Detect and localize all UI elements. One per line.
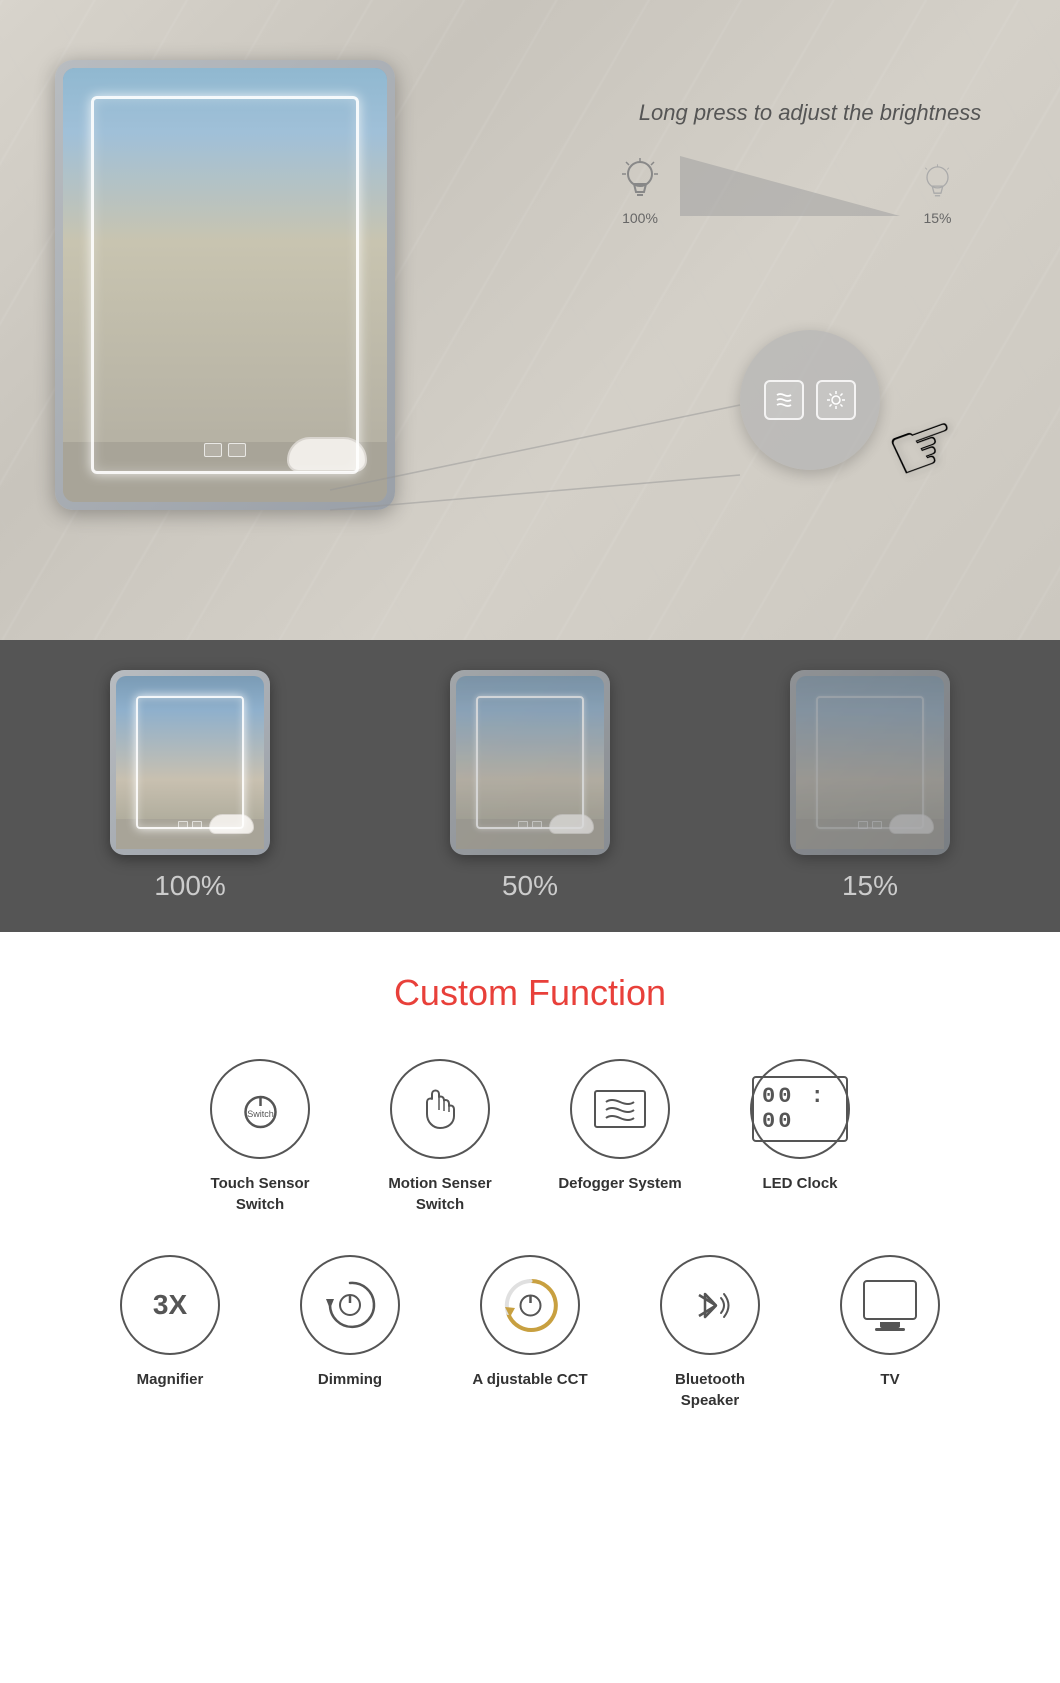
tv-stand-icon bbox=[880, 1322, 900, 1328]
cct-label: A djustable CCT bbox=[472, 1369, 587, 1390]
brightness-level-50: 50% bbox=[360, 670, 700, 902]
feature-led-clock: 00 : 00 LED Clock bbox=[710, 1059, 890, 1215]
tv-screen-icon bbox=[863, 1280, 917, 1320]
feature-dimming: Dimming bbox=[260, 1255, 440, 1411]
feature-defogger: Defogger System bbox=[530, 1059, 710, 1215]
brightness-label: Long press to adjust the brightness bbox=[620, 100, 1000, 126]
mirror-50 bbox=[450, 670, 610, 855]
tv-icon-group bbox=[863, 1280, 917, 1331]
motion-sensor-circle bbox=[390, 1059, 490, 1159]
cct-icon bbox=[498, 1273, 563, 1338]
motion-hand-icon bbox=[411, 1080, 469, 1138]
tv-base-icon bbox=[875, 1328, 905, 1331]
zoom-circle bbox=[740, 330, 880, 470]
dimming-label: Dimming bbox=[318, 1369, 382, 1390]
led-clock-label: LED Clock bbox=[762, 1173, 837, 1194]
bulb-15-group: 15% bbox=[920, 161, 955, 226]
brightness-level-100: 100% bbox=[20, 670, 360, 902]
percent-50-label: 50% bbox=[502, 870, 558, 902]
features-row-1: Switch Touch SensorSwitch Motion SenserS… bbox=[30, 1059, 1030, 1215]
zoom-btn-waves bbox=[764, 380, 804, 420]
feature-bluetooth: BluetoothSpeaker bbox=[620, 1255, 800, 1411]
defogger-box bbox=[594, 1090, 646, 1128]
section-title: Custom Function bbox=[30, 972, 1030, 1014]
top-section: Long press to adjust the brightness 100% bbox=[0, 0, 1060, 640]
feature-magnifier: 3X Magnifier bbox=[80, 1255, 260, 1411]
percent-15-label: 15% bbox=[842, 870, 898, 902]
bulb-dim-icon bbox=[920, 161, 955, 206]
defogger-circle bbox=[570, 1059, 670, 1159]
magnifier-circle: 3X bbox=[120, 1255, 220, 1355]
tv-label: TV bbox=[880, 1369, 899, 1390]
percent-100-label: 100% bbox=[154, 870, 226, 902]
touch-sensor-label: Touch SensorSwitch bbox=[211, 1173, 310, 1215]
brightness-15-label: 15% bbox=[923, 210, 951, 226]
brightness-100-label: 100% bbox=[622, 210, 658, 226]
feature-motion-sensor: Motion SenserSwitch bbox=[350, 1059, 530, 1215]
custom-function-section: Custom Function Switch Touch SensorSwitc… bbox=[0, 932, 1060, 1461]
dimming-circle bbox=[300, 1255, 400, 1355]
bulb-100-group: 100% bbox=[620, 156, 660, 226]
features-row-2: 3X Magnifier Dimming bbox=[30, 1255, 1030, 1411]
defogger-label: Defogger System bbox=[558, 1173, 681, 1194]
feature-touch-sensor: Switch Touch SensorSwitch bbox=[170, 1059, 350, 1215]
mirror-display bbox=[55, 60, 395, 510]
brightness-info: Long press to adjust the brightness 100% bbox=[620, 100, 1000, 226]
magnifier-icon: 3X bbox=[153, 1289, 187, 1321]
mirror-100 bbox=[110, 670, 270, 855]
mirror-touch-btn-1[interactable] bbox=[204, 443, 222, 457]
zoom-btn-sun bbox=[816, 380, 856, 420]
brightness-levels-section: 100% 50% bbox=[0, 640, 1060, 932]
touch-sensor-circle: Switch bbox=[210, 1059, 310, 1159]
mirror-touch-btn-2[interactable] bbox=[228, 443, 246, 457]
brightness-level-15: 15% bbox=[700, 670, 1040, 902]
bluetooth-label: BluetoothSpeaker bbox=[675, 1369, 745, 1411]
svg-text:Switch: Switch bbox=[247, 1109, 274, 1119]
hand-pointer-icon: ☞ bbox=[875, 391, 974, 503]
led-clock-display: 00 : 00 bbox=[752, 1076, 848, 1142]
magnifier-label: Magnifier bbox=[137, 1369, 204, 1390]
tv-circle bbox=[840, 1255, 940, 1355]
led-clock-circle: 00 : 00 bbox=[750, 1059, 850, 1159]
power-icon: Switch bbox=[233, 1082, 288, 1137]
mirror-15 bbox=[790, 670, 950, 855]
brightness-wedge bbox=[680, 156, 900, 226]
feature-cct: A djustable CCT bbox=[440, 1255, 620, 1411]
dimming-icon bbox=[320, 1275, 380, 1335]
cct-circle bbox=[480, 1255, 580, 1355]
feature-tv: TV bbox=[800, 1255, 980, 1411]
defogger-waves-icon bbox=[602, 1094, 638, 1124]
bluetooth-icon bbox=[683, 1278, 738, 1333]
motion-sensor-label: Motion SenserSwitch bbox=[388, 1173, 491, 1215]
bulb-bright-icon bbox=[620, 156, 660, 206]
bluetooth-circle bbox=[660, 1255, 760, 1355]
